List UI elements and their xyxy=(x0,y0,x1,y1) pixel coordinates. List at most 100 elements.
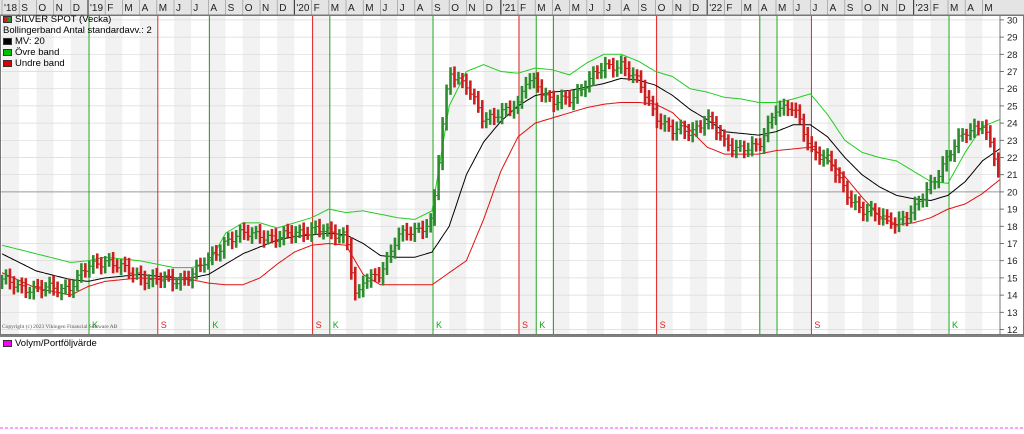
x-tick-label: '20 xyxy=(296,3,309,14)
legend-lower-label: Undre band xyxy=(15,58,65,69)
x-tick-label: N xyxy=(56,3,63,14)
x-tick-label: S xyxy=(640,3,647,14)
x-tick-label: O xyxy=(245,3,253,14)
x-tick-label: J xyxy=(606,3,611,14)
legend-lower-band: Undre band xyxy=(3,58,152,69)
x-tick-label: S xyxy=(228,3,235,14)
x-tick-label: A xyxy=(830,3,837,14)
indicator-label-row: Bollingerband Antal standardavv.: 2 xyxy=(3,25,152,36)
signal-label: K xyxy=(212,320,218,330)
x-tick-label: N xyxy=(468,3,475,14)
legend-title-row: SILVER SPOT (Vecka) xyxy=(3,14,152,25)
x-tick-label: '19 xyxy=(90,3,103,14)
x-tick-label: D xyxy=(73,3,80,14)
x-tick-label: D xyxy=(279,3,286,14)
x-tick-label: A xyxy=(142,3,149,14)
legend-ma: MV: 20 xyxy=(3,36,152,47)
signal-label: S xyxy=(161,320,167,330)
y-tick-label: 18 xyxy=(1007,222,1018,233)
signal-label: S xyxy=(316,320,322,330)
x-tick-label: O xyxy=(658,3,666,14)
x-tick-label: J xyxy=(193,3,198,14)
x-tick-label: A xyxy=(623,3,630,14)
x-tick-label: S xyxy=(434,3,441,14)
x-tick-label: M xyxy=(331,3,339,14)
lower-band-swatch xyxy=(3,60,12,67)
chart-title: SILVER SPOT (Vecka) xyxy=(15,14,112,25)
y-tick-label: 14 xyxy=(1007,291,1018,302)
y-tick-label: 15 xyxy=(1007,273,1018,284)
ma-swatch xyxy=(3,38,12,45)
x-tick-label: M xyxy=(744,3,752,14)
x-tick-label: M xyxy=(950,3,958,14)
signal-label: K xyxy=(436,320,442,330)
x-tick-label: S xyxy=(21,3,28,14)
x-tick-label: O xyxy=(451,3,459,14)
y-tick-label: 28 xyxy=(1007,50,1018,61)
x-tick-label: J xyxy=(812,3,817,14)
y-tick-label: 29 xyxy=(1007,33,1018,44)
x-tick-label: A xyxy=(554,3,561,14)
x-tick-label: J xyxy=(382,3,387,14)
x-tick-label: '22 xyxy=(709,3,722,14)
y-tick-label: 23 xyxy=(1007,136,1018,147)
y-tick-label: 17 xyxy=(1007,239,1018,250)
chart-legend: SILVER SPOT (Vecka) Bollingerband Antal … xyxy=(3,14,152,69)
x-tick-label: D xyxy=(486,3,493,14)
x-tick-label: A xyxy=(210,3,217,14)
copyright-text: Copyright (c) 2023 Vikingen Financial So… xyxy=(2,324,118,330)
y-tick-label: 30 xyxy=(1007,15,1018,26)
y-tick-label: 25 xyxy=(1007,101,1018,112)
x-tick-label: D xyxy=(898,3,905,14)
legend-ma-label: MV: 20 xyxy=(15,36,45,47)
x-tick-label: F xyxy=(107,3,113,14)
x-tick-label: A xyxy=(348,3,355,14)
volume-swatch xyxy=(3,340,12,347)
x-tick-label: M xyxy=(159,3,167,14)
x-tick-label: J xyxy=(795,3,800,14)
silver-spot-weekly-chart[interactable]: KSKSKKSKSSKSK '18SOND'19FMAMJJASOND'20FM… xyxy=(0,0,1024,434)
x-tick-label: D xyxy=(692,3,699,14)
indicator-label: Bollingerband Antal standardavv.: 2 xyxy=(3,25,152,36)
legend-upper-label: Övre band xyxy=(15,47,60,58)
ohlc-icon xyxy=(3,16,12,23)
x-tick-label: M xyxy=(572,3,580,14)
x-tick-label: N xyxy=(262,3,269,14)
x-tick-label: F xyxy=(314,3,320,14)
y-tick-label: 26 xyxy=(1007,84,1018,95)
x-tick-label: J xyxy=(400,3,405,14)
y-tick-label: 27 xyxy=(1007,67,1018,78)
x-tick-label: M xyxy=(365,3,373,14)
upper-band-swatch xyxy=(3,49,12,56)
x-axis: '18 S O N D '19 F M A M J J A S O N D '20 F M A M J J A S O N D '21 F M… xyxy=(0,0,1024,16)
x-tick-label: '23 xyxy=(916,3,929,14)
x-tick-label: N xyxy=(675,3,682,14)
legend-upper-band: Övre band xyxy=(3,47,152,58)
y-tick-label: 16 xyxy=(1007,256,1018,267)
y-tick-label: 20 xyxy=(1007,187,1018,198)
x-tick-label: '18 xyxy=(4,3,17,14)
y-tick-label: 21 xyxy=(1007,170,1018,181)
signal-label: S xyxy=(660,320,666,330)
x-tick-label: N xyxy=(881,3,888,14)
x-tick-label: F xyxy=(726,3,732,14)
x-tick-label: O xyxy=(38,3,46,14)
x-tick-label: A xyxy=(761,3,768,14)
signal-label: K xyxy=(952,320,958,330)
x-tick-label: A xyxy=(967,3,974,14)
x-tick-label: S xyxy=(847,3,854,14)
x-tick-label: M xyxy=(984,3,992,14)
x-tick-label: A xyxy=(417,3,424,14)
x-tick-label: F xyxy=(520,3,526,14)
y-tick-label: 19 xyxy=(1007,205,1018,216)
x-tick-label: M xyxy=(124,3,132,14)
x-tick-label: J xyxy=(589,3,594,14)
volume-pane xyxy=(0,335,1024,434)
x-tick-label: O xyxy=(864,3,872,14)
x-tick-label: M xyxy=(537,3,545,14)
signal-label: S xyxy=(522,320,528,330)
y-tick-label: 13 xyxy=(1007,308,1018,319)
y-tick-label: 22 xyxy=(1007,153,1018,164)
y-tick-label: 24 xyxy=(1007,119,1018,130)
volume-label: Volym/Portföljvärde xyxy=(15,338,97,349)
